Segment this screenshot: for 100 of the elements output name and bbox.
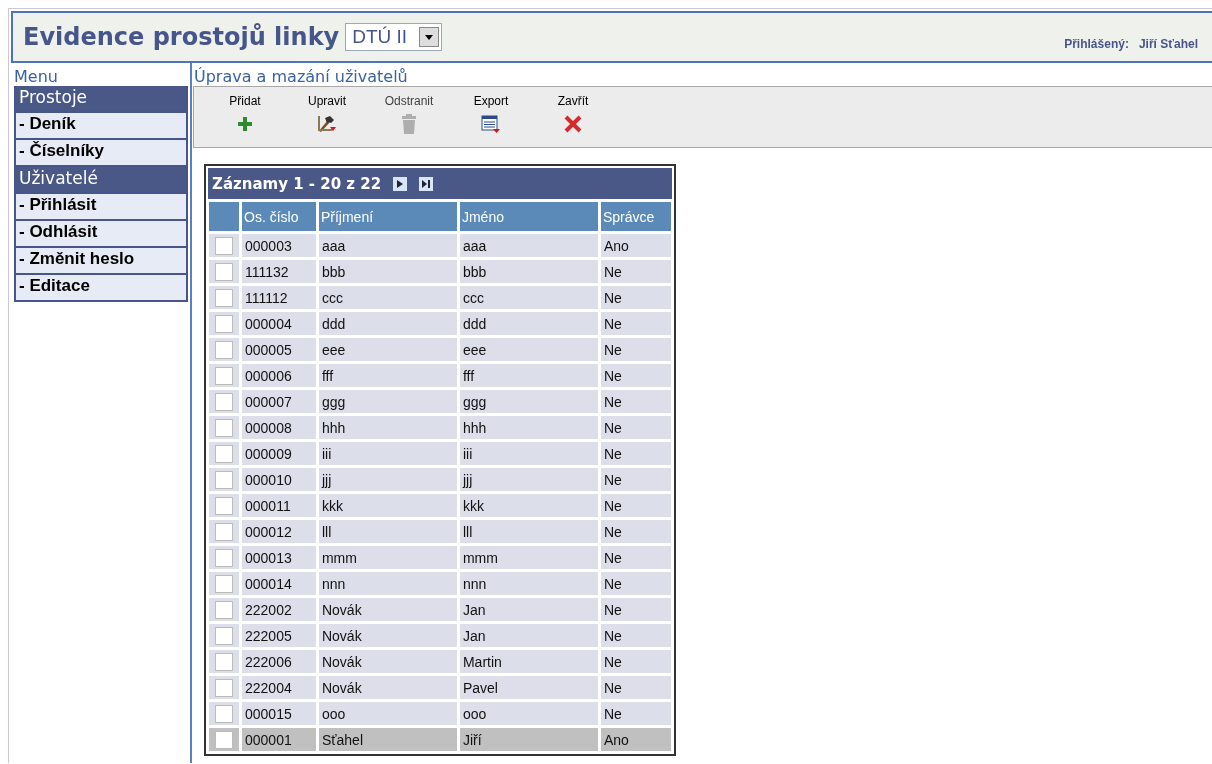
last-page-button[interactable] — [419, 176, 434, 191]
next-icon — [397, 179, 404, 188]
row-checkbox[interactable] — [215, 392, 233, 411]
row-checkbox[interactable] — [215, 366, 233, 385]
table-cell: 000003 — [242, 234, 316, 257]
menu-item[interactable]: - Číselníky — [14, 140, 188, 167]
table-cell: Novák — [318, 598, 457, 621]
dropdown-arrow-icon — [425, 34, 434, 40]
table-cell: nnn — [318, 572, 457, 595]
row-checkbox[interactable] — [215, 626, 233, 645]
table-cell: Ne — [600, 702, 671, 725]
table-cell: aaa — [459, 234, 598, 257]
table-cell: 000008 — [242, 416, 316, 439]
table-cell: 000004 — [242, 312, 316, 335]
table-cell: 111112 — [242, 286, 316, 309]
row-checkbox[interactable] — [215, 470, 233, 489]
table-cell: Martin — [459, 650, 598, 673]
table-cell: 000010 — [242, 468, 316, 491]
row-checkbox[interactable] — [215, 678, 233, 697]
table-cell: 000015 — [242, 702, 316, 725]
trash-icon — [401, 114, 417, 134]
menu-item[interactable]: - Deník — [14, 113, 188, 140]
row-checkbox[interactable] — [215, 444, 233, 463]
table-cell: Novák — [318, 624, 457, 647]
table-cell: ccc — [318, 286, 457, 309]
table-cell: Ne — [600, 546, 671, 569]
table-cell: Ne — [600, 416, 671, 439]
table-cell: Ne — [600, 442, 671, 465]
line-select[interactable]: DTÚ II — [345, 23, 443, 51]
row-checkbox[interactable] — [215, 600, 233, 619]
table-cell: 000006 — [242, 364, 316, 387]
table-cell: fff — [459, 364, 598, 387]
table-cell: 222002 — [242, 598, 316, 621]
table-cell: 000009 — [242, 442, 316, 465]
row-checkbox[interactable] — [215, 340, 233, 359]
table-cell: Ne — [600, 312, 671, 335]
table-cell: Jan — [459, 598, 598, 621]
menu-item[interactable]: - Odhlásit — [14, 221, 188, 248]
table-cell: ddd — [318, 312, 457, 335]
row-checkbox[interactable] — [215, 704, 233, 723]
toolbar-button[interactable]: Upravit — [286, 87, 368, 147]
column-header[interactable]: Os. číslo — [242, 202, 316, 231]
table-cell: ooo — [318, 702, 457, 725]
table-cell: Novák — [318, 676, 457, 699]
menu-item[interactable]: - Změnit heslo — [14, 248, 188, 275]
table-cell: aaa — [318, 234, 457, 257]
table-cell: iii — [318, 442, 457, 465]
row-checkbox[interactable] — [215, 262, 233, 281]
menu-section[interactable]: Prostoje — [14, 86, 188, 113]
column-header[interactable]: Příjmení — [318, 202, 457, 231]
records-caption: Záznamy 1 - 20 z 22 — [212, 174, 382, 193]
table-cell: 000014 — [242, 572, 316, 595]
table-cell: eee — [459, 338, 598, 361]
table-cell: Ne — [600, 494, 671, 517]
row-checkbox[interactable] — [215, 496, 233, 515]
table-cell: lll — [459, 520, 598, 543]
row-checkbox[interactable] — [215, 574, 233, 593]
menu-section[interactable]: Uživatelé — [14, 167, 188, 194]
table-cell: 000005 — [242, 338, 316, 361]
menu-item[interactable]: - Editace — [14, 275, 188, 302]
row-checkbox[interactable] — [215, 730, 233, 749]
table-cell: jjj — [318, 468, 457, 491]
table-cell: ooo — [459, 702, 598, 725]
toolbar-button[interactable]: Zavřít — [532, 87, 614, 147]
table-cell: ggg — [318, 390, 457, 413]
table-cell: hhh — [318, 416, 457, 439]
table-cell: eee — [318, 338, 457, 361]
table-cell: kkk — [459, 494, 598, 517]
table-cell: mmm — [318, 546, 457, 569]
table-cell: Ne — [600, 624, 671, 647]
table-cell: Novák — [318, 650, 457, 673]
column-header[interactable]: Správce — [600, 202, 671, 231]
table-cell: Ne — [600, 286, 671, 309]
hammer-icon — [317, 115, 337, 133]
row-checkbox[interactable] — [215, 652, 233, 671]
table-cell: ddd — [459, 312, 598, 335]
table-cell: Ne — [600, 572, 671, 595]
table-cell: iii — [459, 442, 598, 465]
next-page-button[interactable] — [393, 176, 408, 191]
table-cell: Ne — [600, 364, 671, 387]
column-header[interactable]: Jméno — [459, 202, 598, 231]
row-checkbox[interactable] — [215, 288, 233, 307]
row-checkbox[interactable] — [215, 522, 233, 541]
table-cell: Ne — [600, 520, 671, 543]
toolbar-button[interactable]: Přidat — [204, 87, 286, 147]
table-cell: fff — [318, 364, 457, 387]
table-cell: Ne — [600, 598, 671, 621]
plus-icon — [237, 116, 253, 132]
row-checkbox[interactable] — [215, 418, 233, 437]
row-checkbox[interactable] — [215, 548, 233, 567]
table-cell: Ne — [600, 338, 671, 361]
row-checkbox[interactable] — [215, 314, 233, 333]
table-cell: Ano — [600, 234, 671, 257]
menu-item[interactable]: - Přihlásit — [14, 194, 188, 221]
page-title: Úprava a mazání uživatelů — [193, 67, 409, 86]
toolbar-button[interactable]: Export — [450, 87, 532, 147]
table-cell: mmm — [459, 546, 598, 569]
table-cell: ggg — [459, 390, 598, 413]
table-cell: Pavel — [459, 676, 598, 699]
row-checkbox[interactable] — [215, 236, 233, 255]
